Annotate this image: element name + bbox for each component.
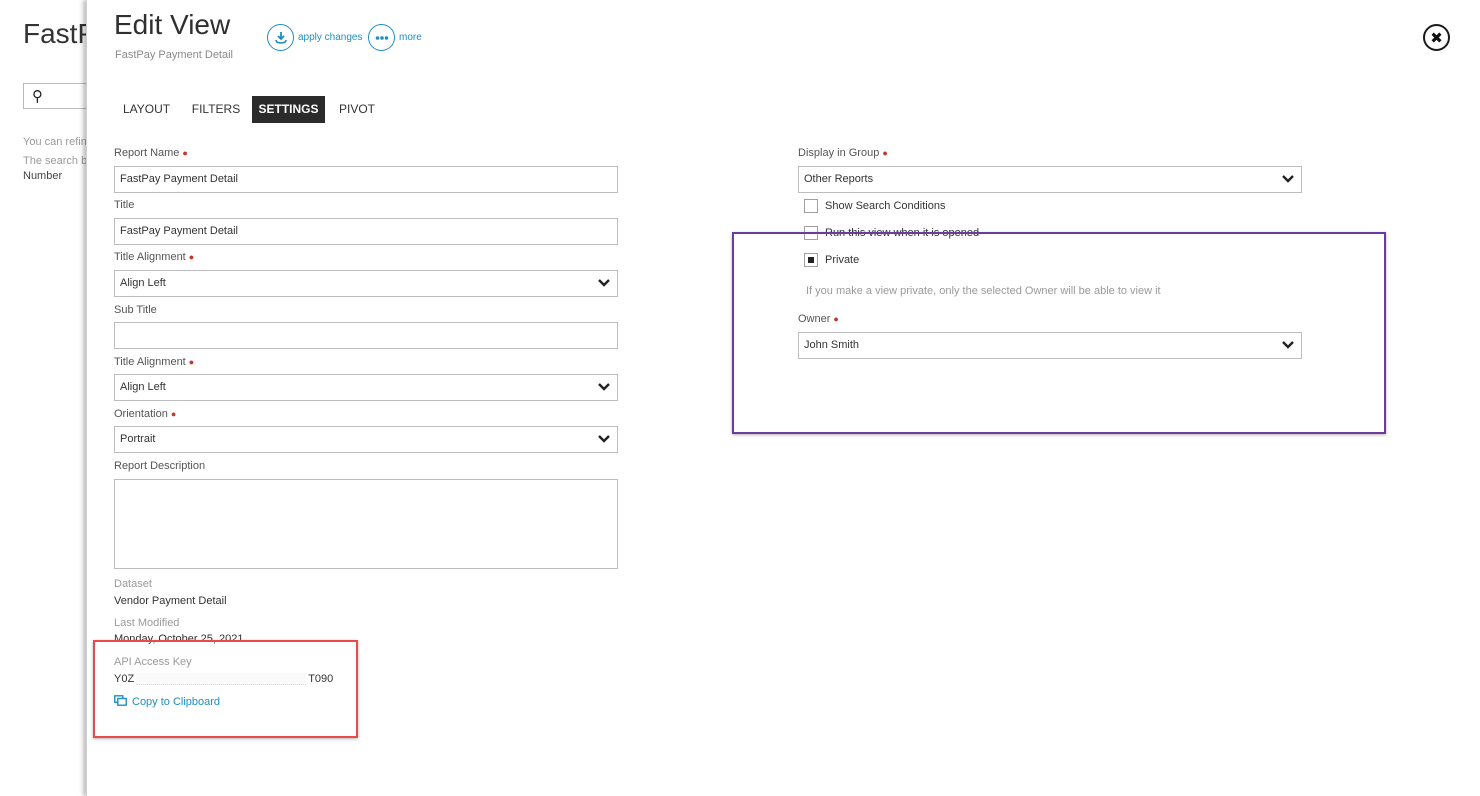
sub-title-alignment-select[interactable]: Align Left (114, 374, 618, 401)
report-description-textarea[interactable] (114, 479, 618, 569)
title-input[interactable]: FastPay Payment Detail (114, 218, 618, 245)
background-hint-line: You can refine (23, 136, 90, 148)
sub-title-alignment-value: Align Left (120, 381, 166, 393)
close-icon[interactable]: ✖ (1423, 24, 1450, 51)
title-alignment-value: Align Left (120, 277, 166, 289)
chevron-down-icon (597, 427, 611, 452)
page-subtitle: FastPay Payment Detail (115, 49, 233, 61)
background-page: FastPay ⚲ You can refine The search b Nu… (0, 0, 90, 796)
tab-settings[interactable]: SETTINGS (252, 96, 325, 123)
background-search-input[interactable]: ⚲ (23, 83, 90, 109)
edit-view-panel: Edit View FastPay Payment Detail apply c… (86, 0, 1480, 796)
tab-pivot[interactable]: PIVOT (332, 96, 382, 123)
tab-filters[interactable]: FILTERS (186, 96, 246, 123)
display-in-group-label: Display in Group ● (798, 147, 888, 159)
show-search-conditions-checkbox[interactable] (804, 199, 818, 213)
report-name-input[interactable]: FastPay Payment Detail (114, 166, 618, 193)
orientation-select[interactable]: Portrait (114, 426, 618, 453)
show-search-conditions-label: Show Search Conditions (825, 200, 946, 212)
title-alignment-select[interactable]: Align Left (114, 270, 618, 297)
sub-title-alignment-label: Title Alignment ● (114, 356, 195, 368)
more-button[interactable]: more (368, 24, 422, 51)
orientation-label: Orientation ● (114, 408, 177, 420)
sub-title-input[interactable] (114, 322, 618, 349)
background-hint-line: Number (23, 170, 63, 182)
title-alignment-label: Title Alignment ● (114, 251, 195, 263)
page-title: Edit View (114, 9, 231, 40)
tab-layout[interactable]: LAYOUT (114, 96, 179, 123)
report-name-label: Report Name ● (114, 147, 188, 159)
display-in-group-select[interactable]: Other Reports (798, 166, 1302, 193)
show-search-conditions-option[interactable]: Show Search Conditions (804, 199, 945, 213)
last-modified-label: Last Modified (114, 617, 180, 629)
chevron-down-icon (597, 375, 611, 400)
more-dots-icon (368, 24, 395, 51)
privacy-highlight-box (732, 232, 1386, 434)
api-key-highlight-box (93, 640, 358, 738)
dataset-value: Vendor Payment Detail (114, 595, 227, 607)
chevron-down-icon (597, 271, 611, 296)
title-label: Title (114, 199, 135, 211)
display-in-group-value: Other Reports (804, 173, 874, 185)
more-label: more (399, 32, 422, 43)
download-icon (267, 24, 294, 51)
background-hint-line: The search b (23, 155, 88, 167)
sub-title-label: Sub Title (114, 304, 157, 316)
report-description-label: Report Description (114, 460, 206, 472)
background-page-title: FastPay (23, 18, 90, 49)
orientation-value: Portrait (120, 433, 156, 445)
search-icon: ⚲ (32, 88, 43, 105)
apply-changes-label: apply changes (298, 32, 363, 43)
apply-changes-button[interactable]: apply changes (267, 24, 363, 51)
dataset-label: Dataset (114, 578, 152, 590)
chevron-down-icon (1281, 167, 1295, 192)
